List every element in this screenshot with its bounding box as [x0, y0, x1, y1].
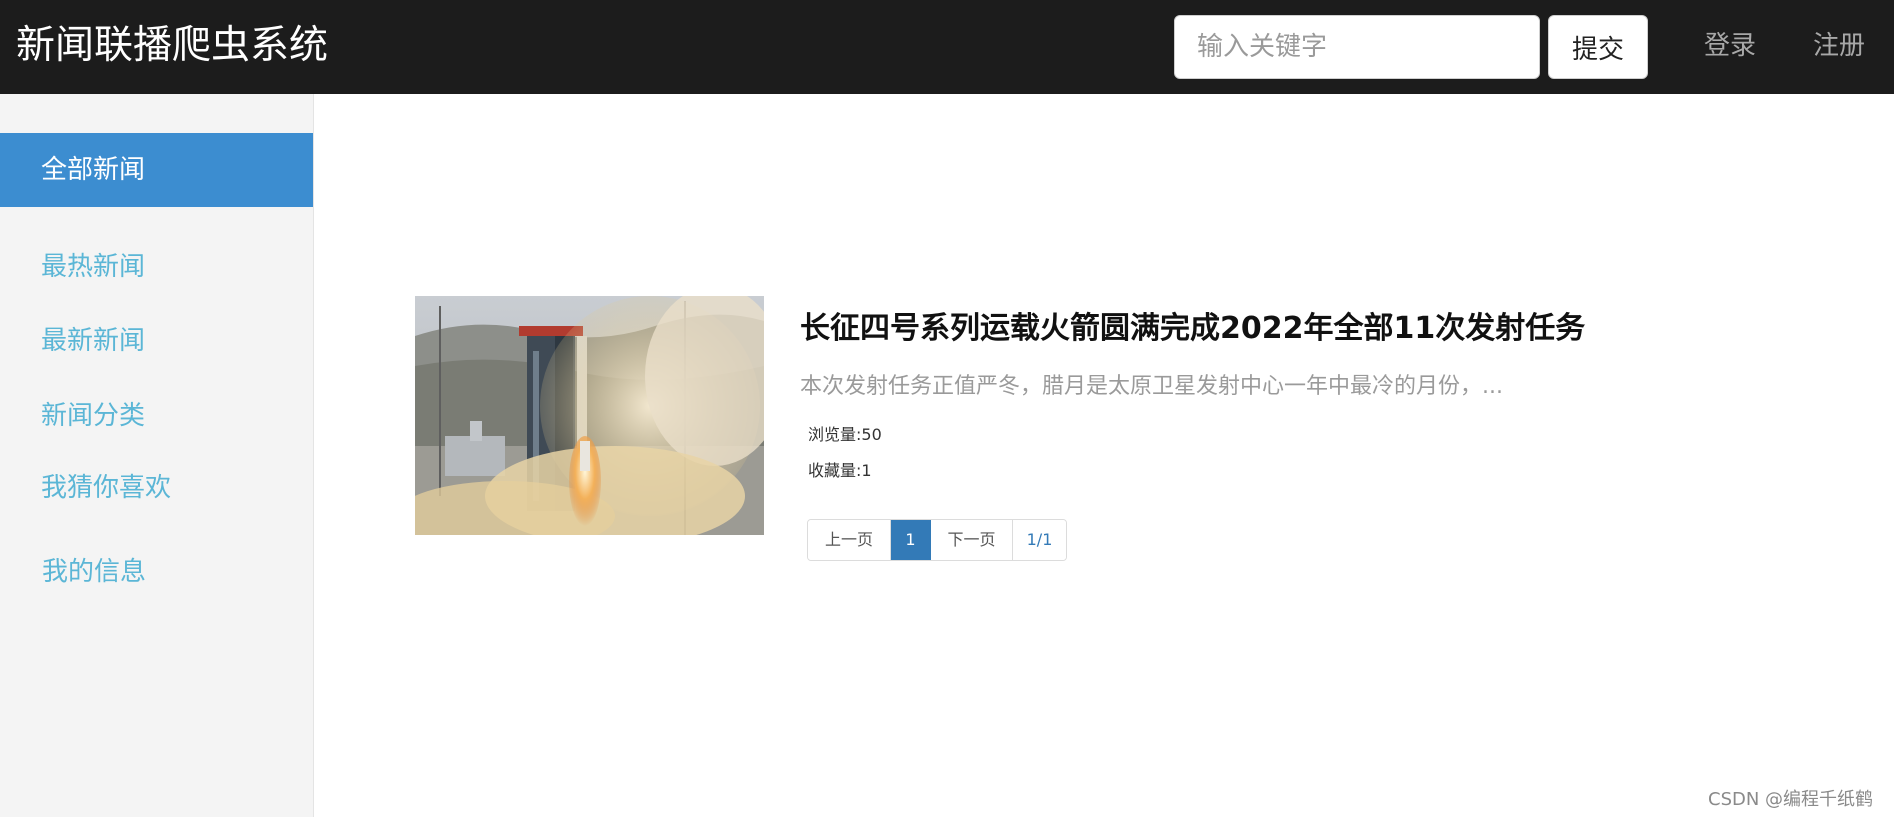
- brand-title[interactable]: 新闻联播爬虫系统: [16, 22, 328, 70]
- watermark: CSDN @编程千纸鹤: [1708, 789, 1874, 810]
- page-1-button[interactable]: 1: [891, 520, 931, 560]
- pagination: 上一页 1 下一页 1/1: [807, 519, 1067, 561]
- submit-button[interactable]: 提交: [1548, 15, 1648, 79]
- favorites-count: 收藏量:1: [808, 461, 872, 480]
- search-input[interactable]: [1174, 15, 1540, 79]
- prev-page-button[interactable]: 上一页: [808, 520, 891, 560]
- sidebar: 全部新闻 最热新闻 最新新闻 新闻分类 我猜你喜欢 我的信息: [0, 94, 314, 817]
- rocket-launch-image: [415, 296, 764, 535]
- sidebar-item-all-news[interactable]: 全部新闻: [0, 133, 313, 207]
- sidebar-item-hot-news[interactable]: 最热新闻: [0, 246, 313, 283]
- news-title[interactable]: 长征四号系列运载火箭圆满完成2022年全部11次发射任务: [800, 308, 1585, 350]
- page-info: 1/1: [1013, 520, 1066, 560]
- login-link[interactable]: 登录: [1704, 29, 1756, 63]
- news-summary: 本次发射任务正值严冬，腊月是太原卫星发射中心一年中最冷的月份，...: [800, 374, 1503, 399]
- sidebar-item-news-category[interactable]: 新闻分类: [0, 395, 313, 432]
- next-page-button[interactable]: 下一页: [931, 520, 1013, 560]
- views-count: 浏览量:50: [808, 425, 882, 444]
- sidebar-item-my-info[interactable]: 我的信息: [0, 551, 313, 588]
- sidebar-item-latest-news[interactable]: 最新新闻: [0, 320, 313, 357]
- news-thumbnail[interactable]: [415, 296, 764, 535]
- top-navbar: 新闻联播爬虫系统 提交 登录 注册: [0, 0, 1894, 94]
- register-link[interactable]: 注册: [1813, 29, 1865, 63]
- sidebar-item-recommend[interactable]: 我猜你喜欢: [0, 467, 313, 504]
